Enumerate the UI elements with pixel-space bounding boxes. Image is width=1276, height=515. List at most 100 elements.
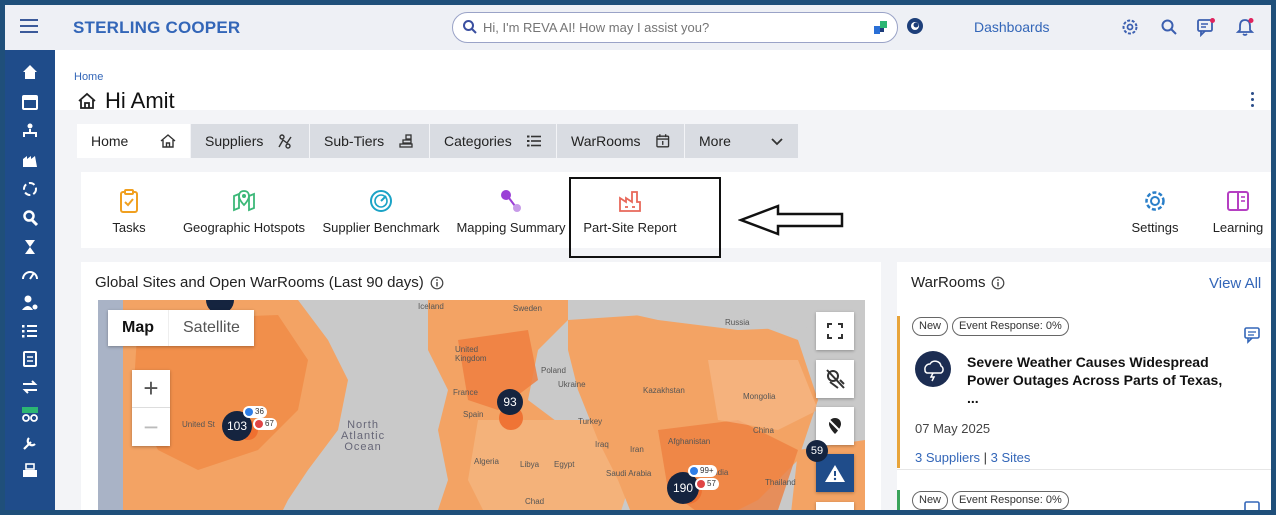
tab-label: WarRooms [571, 133, 641, 149]
cluster-count-badge: 67 [253, 418, 277, 430]
warning-icon [825, 465, 845, 482]
warrooms-title: WarRooms [911, 274, 1005, 291]
reva-icon[interactable] [906, 17, 924, 35]
app-window: STERLING COOPER Dashboards Home [5, 5, 1271, 510]
tab-label: Home [91, 133, 129, 149]
zoom-out-button[interactable]: − [132, 408, 170, 446]
hierarchy-icon[interactable] [21, 122, 39, 140]
user-settings-icon[interactable] [21, 294, 39, 312]
warroom-item[interactable]: New Event Response: 0% [897, 486, 1271, 510]
zoom-in-button[interactable]: + [132, 370, 170, 408]
info-icon[interactable] [991, 276, 1005, 290]
hide-routes-button[interactable] [816, 360, 854, 398]
sidebar [5, 50, 55, 510]
warroom-date: 07 May 2025 [915, 421, 991, 436]
calendar-icon[interactable] [21, 93, 39, 111]
comment-icon[interactable] [1243, 326, 1261, 344]
tools-icon[interactable] [21, 434, 39, 452]
tab-bar: Home Suppliers Sub-Tiers Categories WarR… [77, 124, 799, 158]
map-type-toggle: Map Satellite [108, 310, 254, 346]
view-all-link[interactable]: View All [1209, 275, 1261, 292]
gauge-icon [370, 190, 392, 212]
search-input[interactable] [483, 18, 863, 36]
tool-supplier-benchmark[interactable]: Supplier Benchmark [319, 188, 443, 235]
new-feature-icon[interactable] [21, 406, 39, 424]
world-map[interactable]: Iceland Sweden Russia United Kingdom Pol… [98, 300, 865, 510]
checklist-icon[interactable] [21, 322, 39, 340]
printer-icon[interactable] [21, 462, 39, 480]
warroom-title[interactable]: Severe Weather Causes Widespread Power O… [967, 353, 1237, 407]
warroom-item[interactable]: New Event Response: 0% Severe Weather Cau… [897, 312, 1271, 470]
pin-off-icon [827, 418, 843, 434]
tool-label: Settings [1131, 220, 1179, 235]
status-accent-bar [897, 316, 900, 468]
comment-icon[interactable] [1243, 500, 1261, 510]
tool-learning[interactable]: Learning [1209, 188, 1267, 235]
breadcrumb[interactable]: Home [74, 71, 103, 83]
tool-mapping-summary[interactable]: Mapping Summary [453, 188, 569, 235]
satellite-view-button[interactable]: Satellite [168, 310, 254, 346]
home-icon [160, 134, 176, 148]
tool-label: Learning [1212, 220, 1264, 235]
map-label: Thailand [765, 478, 796, 487]
report-icon[interactable] [21, 350, 39, 368]
settings-gear-icon[interactable] [1120, 17, 1140, 37]
map-card: Global Sites and Open WarRooms (Last 90 … [81, 262, 881, 510]
page-title: Hi Amit [77, 88, 175, 114]
map-label: China [753, 426, 774, 435]
tab-more[interactable]: More [685, 124, 799, 158]
fullscreen-button[interactable] [816, 312, 854, 350]
tab-warrooms[interactable]: WarRooms [557, 124, 685, 158]
messages-icon[interactable] [1196, 17, 1216, 37]
tool-label: Tasks [112, 220, 146, 235]
factory-icon[interactable] [21, 151, 39, 169]
home-icon[interactable] [21, 63, 39, 81]
ocean-label: North Atlantic Ocean [341, 420, 385, 453]
info-icon[interactable] [430, 276, 444, 290]
ai-assistant-icon[interactable] [873, 20, 888, 35]
tab-suppliers[interactable]: Suppliers [191, 124, 310, 158]
hourglass-icon[interactable] [21, 238, 39, 256]
tab-home[interactable]: Home [77, 124, 191, 158]
map-label: Afghanistan [668, 437, 711, 446]
warrooms-card: WarRooms View All New Event Response: 0% … [897, 262, 1271, 510]
transfer-icon[interactable] [21, 378, 39, 396]
menu-icon[interactable] [20, 19, 38, 35]
tab-label: More [699, 133, 731, 149]
brand-logo[interactable]: STERLING COOPER [73, 18, 240, 38]
supplier-icon [278, 134, 292, 149]
tool-tasks[interactable]: Tasks [105, 188, 153, 235]
dashboards-link[interactable]: Dashboards [974, 19, 1050, 35]
home-outline-icon [78, 92, 96, 109]
list-icon [526, 135, 541, 147]
notifications-bell-icon[interactable] [1235, 17, 1255, 37]
hide-pins-button[interactable] [816, 407, 854, 445]
tool-label: Geographic Hotspots [182, 220, 306, 235]
map-label: Iran [630, 445, 644, 454]
refresh-icon[interactable] [21, 180, 39, 198]
tool-geographic-hotspots[interactable]: Geographic Hotspots [179, 188, 309, 235]
more-options-icon[interactable] [1251, 92, 1255, 108]
calendar-icon [655, 134, 669, 148]
map-label: Poland [541, 366, 566, 375]
map-label: Sweden [513, 304, 542, 313]
search-icon[interactable] [1159, 17, 1179, 37]
map-label: Egypt [554, 460, 575, 469]
speedometer-icon[interactable] [21, 266, 39, 284]
map-view-button[interactable]: Map [108, 310, 168, 346]
map-cluster[interactable]: 93 [497, 389, 523, 415]
map-cluster[interactable]: 59 [806, 440, 828, 462]
warrooms-title-text: WarRooms [911, 274, 986, 291]
map-label: Libya [520, 460, 540, 469]
map-title-text: Global Sites and Open WarRooms (Last 90 … [95, 274, 424, 291]
search-box[interactable] [452, 12, 898, 43]
tool-settings[interactable]: Settings [1127, 188, 1183, 235]
tab-sub-tiers[interactable]: Sub-Tiers [310, 124, 430, 158]
sites-link[interactable]: 3 Sites [991, 450, 1031, 465]
search-person-icon[interactable] [21, 209, 39, 227]
map-label: Saudi Arabia [606, 469, 652, 478]
badge-row: New Event Response: 0% [912, 490, 1073, 510]
suppliers-link[interactable]: 3 Suppliers [915, 450, 980, 465]
tab-categories[interactable]: Categories [430, 124, 557, 158]
layer-toggle-button[interactable] [816, 502, 854, 510]
